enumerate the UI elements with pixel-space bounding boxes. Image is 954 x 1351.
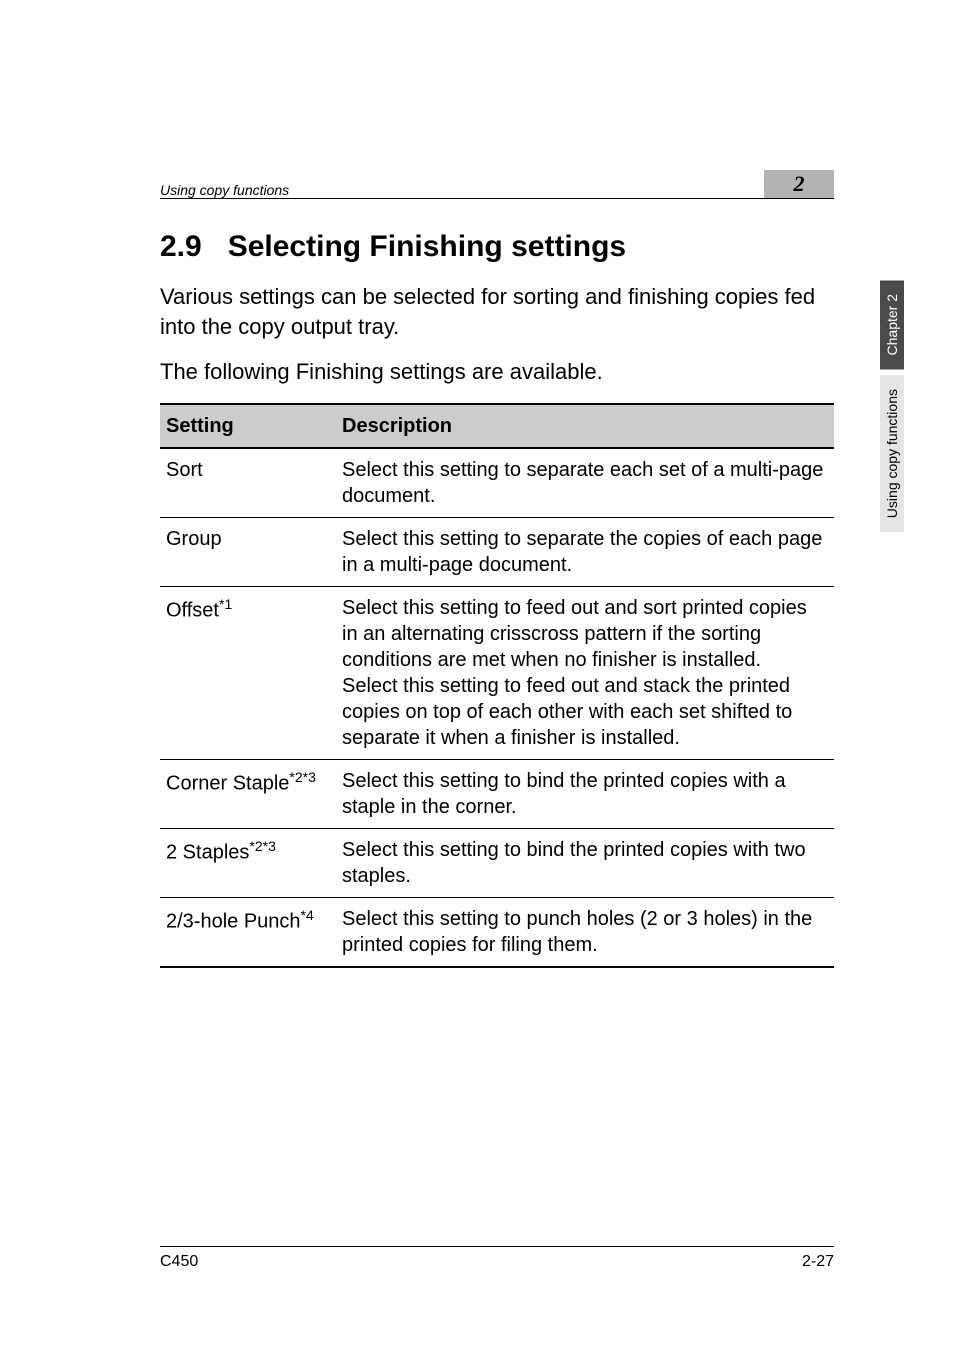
th-description: Description (336, 404, 834, 448)
table-row: Sort Select this setting to separate eac… (160, 448, 834, 518)
table-row: Offset*1 Select this setting to feed out… (160, 587, 834, 760)
table-row: 2/3-hole Punch*4 Select this setting to … (160, 898, 834, 968)
section-title: Selecting Finishing settings (228, 230, 626, 263)
section-number: 2.9 (160, 230, 202, 263)
footer-left: C450 (160, 1253, 198, 1271)
cell-setting: Sort (160, 448, 336, 518)
footer-rule (160, 1246, 834, 1247)
side-tab-chapter: Chapter 2 (880, 280, 904, 369)
cell-setting: Group (160, 518, 336, 587)
footer-row: C450 2-27 (160, 1253, 834, 1271)
finishing-settings-table: Setting Description Sort Select this set… (160, 403, 834, 968)
side-tab-section: Using copy functions (880, 375, 904, 532)
cell-desc: Select this setting to feed out and sort… (336, 587, 834, 760)
cell-setting: Corner Staple*2*3 (160, 760, 336, 829)
page: Using copy functions 2 2.9 Selecting Fini… (0, 0, 954, 1351)
cell-desc: Select this setting to bind the printed … (336, 760, 834, 829)
th-setting: Setting (160, 404, 336, 448)
running-title: Using copy functions (160, 182, 289, 198)
table-row: Group Select this setting to separate th… (160, 518, 834, 587)
table-row: Corner Staple*2*3 Select this setting to… (160, 760, 834, 829)
table-row: 2 Staples*2*3 Select this setting to bin… (160, 829, 834, 898)
chapter-number: 2 (794, 171, 805, 197)
cell-desc: Select this setting to separate each set… (336, 448, 834, 518)
chapter-number-box: 2 (764, 170, 834, 198)
cell-setting: 2 Staples*2*3 (160, 829, 336, 898)
side-tabs: Chapter 2 Using copy functions (880, 280, 904, 533)
cell-setting: Offset*1 (160, 587, 336, 760)
content: 2.9 Selecting Finishing settings Various … (160, 230, 834, 968)
intro-paragraph-2: The following Finishing settings are ava… (160, 357, 834, 387)
table-head-row: Setting Description (160, 404, 834, 448)
footer-right: 2-27 (802, 1253, 834, 1271)
header-rule (160, 198, 834, 199)
intro-paragraph-1: Various settings can be selected for sor… (160, 282, 834, 341)
cell-desc: Select this setting to separate the copi… (336, 518, 834, 587)
cell-setting: 2/3-hole Punch*4 (160, 898, 336, 968)
footer: C450 2-27 (160, 1246, 834, 1271)
cell-desc: Select this setting to punch holes (2 or… (336, 898, 834, 968)
cell-desc: Select this setting to bind the printed … (336, 829, 834, 898)
section-heading: 2.9 Selecting Finishing settings (160, 230, 834, 264)
